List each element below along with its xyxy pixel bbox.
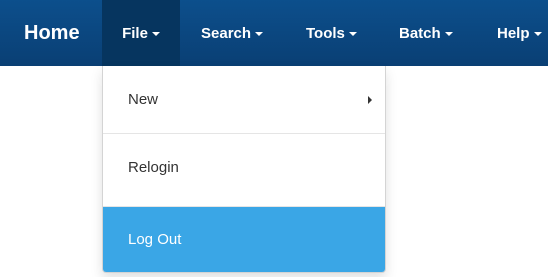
top-navbar: Home File Search Tools Batch Help [0,0,548,66]
nav-file-menu[interactable]: File [102,0,180,66]
menu-item-relogin-label: Relogin [128,159,179,176]
nav-batch-label: Batch [399,24,441,42]
caret-down-icon [255,32,264,36]
nav-help-menu[interactable]: Help [497,0,542,66]
nav-tools-label: Tools [306,24,345,42]
caret-right-icon [368,95,372,104]
nav-search-label: Search [201,24,252,42]
nav-tools-menu[interactable]: Tools [306,0,357,66]
menu-item-relogin[interactable]: Relogin [103,134,385,201]
menu-item-new-label: New [128,91,159,108]
nav-search-menu[interactable]: Search [201,0,264,66]
nav-help-label: Help [497,24,530,42]
caret-down-icon [533,32,542,36]
caret-down-icon [348,32,357,36]
file-dropdown-menu: New Relogin Log Out [102,66,386,273]
caret-down-icon [151,32,160,36]
menu-item-new[interactable]: New [103,66,385,133]
menu-item-logout[interactable]: Log Out [103,207,385,272]
caret-down-icon [444,32,453,36]
nav-batch-menu[interactable]: Batch [399,0,453,66]
menu-item-logout-label: Log Out [128,231,182,248]
home-link[interactable]: Home [24,0,80,66]
nav-file-label: File [122,24,148,42]
